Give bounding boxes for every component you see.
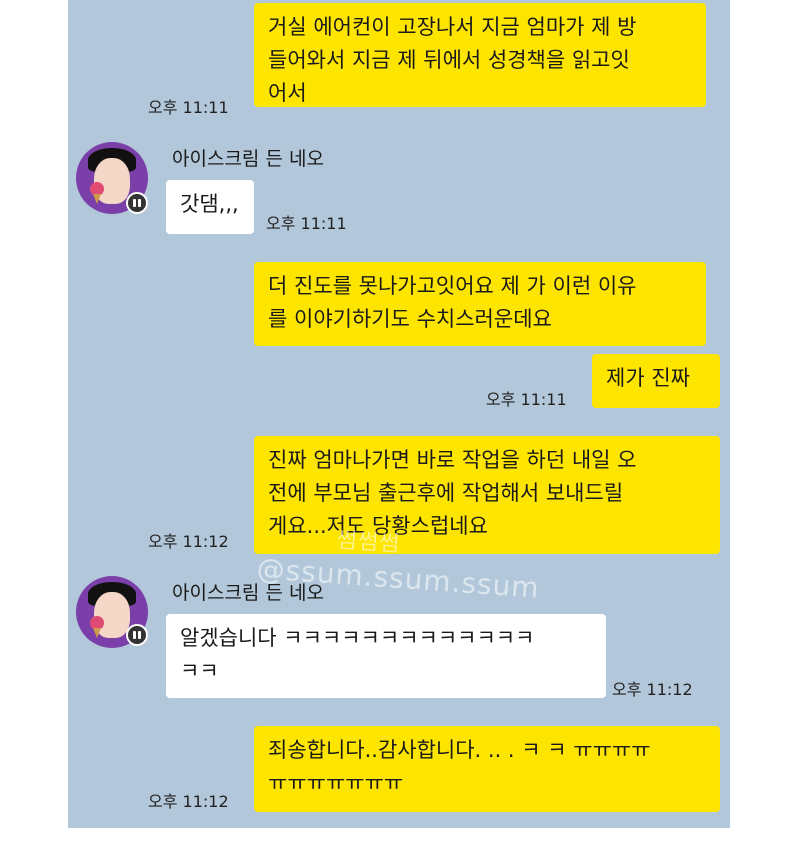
- pause-badge-icon: [126, 192, 148, 214]
- message-time: 오후 11:11: [148, 98, 229, 117]
- my-message-bubble[interactable]: 제가 진짜: [592, 354, 720, 408]
- my-message-bubble[interactable]: 진짜 엄마나가면 바로 작업을 하던 내일 오 전에 부모님 출근후에 작업해서…: [254, 436, 720, 554]
- friend-message-bubble[interactable]: 알겠습니다 ㅋㅋㅋㅋㅋㅋㅋㅋㅋㅋㅋㅋㅋ ㅋㅋ: [166, 614, 606, 698]
- message-time: 오후 11:12: [612, 680, 693, 699]
- message-time: 오후 11:11: [486, 390, 567, 409]
- avatar-cone: [93, 628, 101, 638]
- pause-badge-icon: [126, 624, 148, 646]
- friend-message-bubble[interactable]: 갓댐,,,: [166, 180, 254, 234]
- message-time: 오후 11:12: [148, 792, 229, 811]
- avatar-cone: [93, 194, 101, 204]
- message-time: 오후 11:11: [266, 214, 347, 233]
- friend-name: 아이스크림 든 네오: [172, 148, 324, 170]
- message-time: 오후 11:12: [148, 532, 229, 551]
- my-message-bubble[interactable]: 거실 에어컨이 고장나서 지금 엄마가 제 방 들어와서 지금 제 뒤에서 성경…: [254, 3, 706, 107]
- chat-room[interactable]: 거실 에어컨이 고장나서 지금 엄마가 제 방 들어와서 지금 제 뒤에서 성경…: [68, 0, 730, 828]
- watermark-korean: 썸썸썸: [335, 527, 402, 558]
- my-message-bubble[interactable]: 더 진도를 못나가고잇어요 제 가 이런 이유 를 이야기하기도 수치스러운데요: [254, 262, 706, 346]
- my-message-bubble[interactable]: 죄송합니다..감사합니다. .. . ㅋ ㅋ ㅠㅠㅠㅠ ㅠㅠㅠㅠㅠㅠㅠ: [254, 726, 720, 812]
